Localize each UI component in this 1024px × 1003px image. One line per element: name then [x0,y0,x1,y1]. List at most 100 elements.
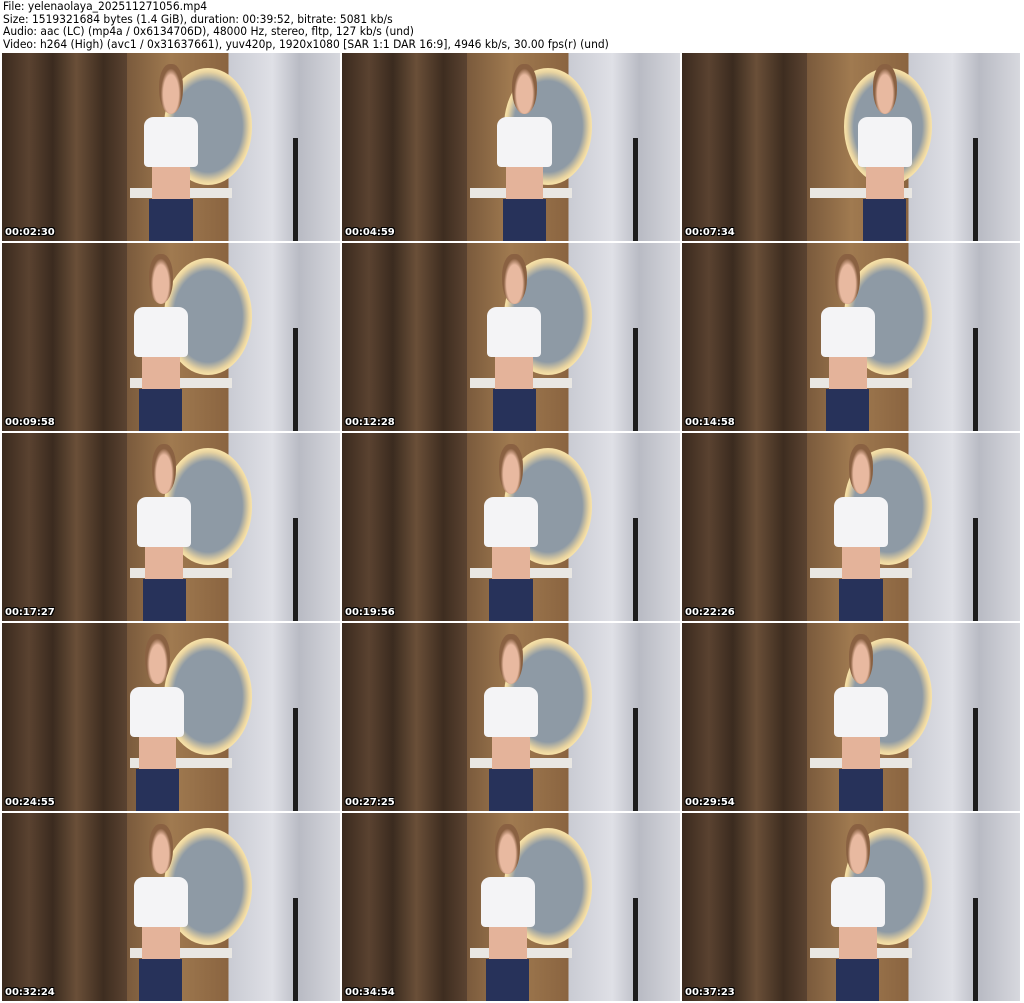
shorts [139,958,183,1001]
person-figure [477,444,545,621]
white-top [487,307,542,357]
audio-info: Audio: aac (LC) (mp4a / 0x6134706D), 480… [3,24,414,39]
white-top [130,687,185,737]
midriff [138,736,177,769]
white-top [483,497,538,547]
head [845,824,870,874]
shorts [135,768,180,811]
white-top [133,307,188,357]
head [835,254,860,304]
midriff [492,546,530,579]
video-frame-thumbnail: 00:02:30 [2,53,340,241]
wardrobe-handle [292,517,298,621]
white-top [497,117,552,167]
person-figure [474,824,542,1001]
timestamp: 00:02:30 [5,227,55,238]
timestamp: 00:34:54 [345,987,395,998]
video-frame-thumbnail: 00:04:59 [342,53,680,241]
head [495,824,520,874]
file-name: File: yelenaolaya_202511271056.mp4 [3,0,208,13]
person-figure [827,444,895,621]
shorts [839,768,883,811]
person-figure [137,64,205,241]
wardrobe-handle [292,327,298,431]
video-frame-thumbnail: 00:32:24 [2,813,340,1001]
person-figure [124,634,192,811]
timestamp: 00:09:58 [5,417,55,428]
midriff [505,166,544,199]
head [498,444,524,494]
video-frame-thumbnail: 00:27:25 [342,623,680,811]
person-figure [477,634,545,811]
head [848,444,874,494]
midriff [141,356,180,389]
shorts [142,578,186,621]
timestamp: 00:24:55 [5,797,55,808]
video-frame-thumbnail: 00:34:54 [342,813,680,1001]
person-figure [130,444,198,621]
timestamp: 00:14:58 [685,417,735,428]
file-info-header: File: yelenaolaya_202511271056.mp4 Size:… [3,0,609,50]
midriff [865,166,904,199]
white-top [834,687,889,737]
person-figure [481,254,549,431]
timestamp: 00:19:56 [345,607,395,618]
midriff [828,356,867,389]
midriff [842,736,881,769]
midriff [488,926,527,959]
timestamp: 00:32:24 [5,987,55,998]
midriff [145,546,184,579]
white-top [480,877,535,927]
shorts [836,958,880,1001]
person-figure [851,64,919,241]
video-frame-thumbnail: 00:37:23 [682,813,1020,1001]
shorts [489,578,533,621]
midriff [152,166,190,199]
white-top [143,117,198,167]
head [502,254,527,304]
wardrobe-handle [292,707,298,811]
video-frame-thumbnail: 00:14:58 [682,243,1020,431]
wardrobe-handle [292,137,298,241]
timestamp: 00:04:59 [345,227,395,238]
video-frame-thumbnail: 00:22:26 [682,433,1020,621]
white-top [483,687,538,737]
timestamp: 00:17:27 [5,607,55,618]
shorts [863,198,907,241]
wardrobe-handle [632,707,638,811]
person-figure [814,254,882,431]
midriff [838,926,877,959]
wardrobe-handle [972,897,978,1001]
person-figure [824,824,892,1001]
white-top [830,877,885,927]
wardrobe-handle [972,707,978,811]
head [145,634,170,684]
wardrobe-handle [292,897,298,1001]
white-top [133,877,188,927]
midriff [492,736,530,769]
head [498,634,524,684]
wardrobe-handle [632,517,638,621]
shorts [825,388,870,431]
video-frame-thumbnail: 00:24:55 [2,623,340,811]
video-frame-thumbnail: 00:07:34 [682,53,1020,241]
wardrobe-handle [632,327,638,431]
head [148,254,173,304]
timestamp: 00:07:34 [685,227,735,238]
head [872,64,897,114]
wardrobe-handle [972,137,978,241]
white-top [834,497,889,547]
shorts [489,768,533,811]
wardrobe-handle [972,327,978,431]
person-figure [127,824,195,1001]
video-frame-thumbnail: 00:29:54 [682,623,1020,811]
timestamp: 00:29:54 [685,797,735,808]
video-frame-thumbnail: 00:17:27 [2,433,340,621]
head [158,64,184,114]
video-frame-thumbnail: 00:09:58 [2,243,340,431]
timestamp: 00:12:28 [345,417,395,428]
head [152,444,177,494]
midriff [842,546,881,579]
timestamp: 00:27:25 [345,797,395,808]
video-frame-thumbnail: 00:19:56 [342,433,680,621]
